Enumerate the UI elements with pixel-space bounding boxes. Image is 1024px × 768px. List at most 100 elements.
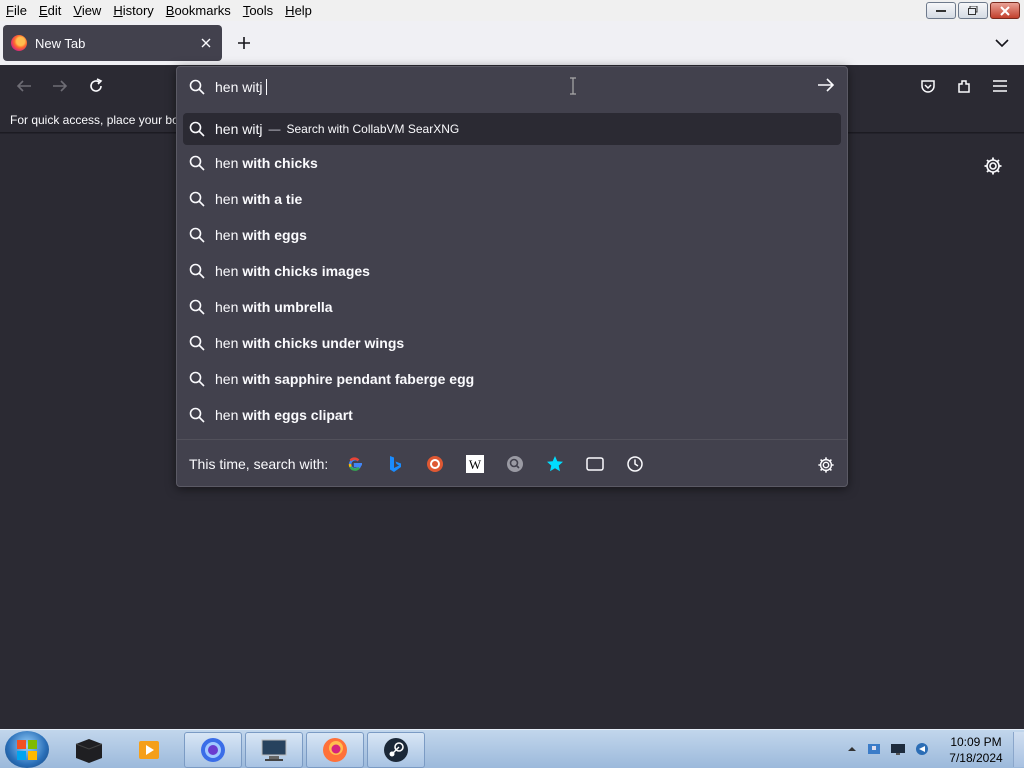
urlbar-results: hen witj — Search with CollabVM SearXNG … <box>183 113 841 433</box>
tab-title: New Tab <box>35 35 86 51</box>
search-icon <box>189 371 205 387</box>
urlbar-input[interactable]: hen witj <box>177 67 847 107</box>
google-icon[interactable] <box>345 454 365 474</box>
menu-bookmarks[interactable]: Bookmarks <box>160 1 237 21</box>
suggestion-prefix: hen <box>215 407 239 423</box>
system-tray: 10:09 PM 7/18/2024 <box>843 730 1024 768</box>
search-icon <box>189 155 205 171</box>
search-icon <box>189 299 205 315</box>
search-icon <box>189 79 205 98</box>
searxng-icon[interactable] <box>505 454 525 474</box>
taskbar-firefox-dev-icon[interactable] <box>184 732 242 768</box>
pocket-icon[interactable] <box>917 75 939 97</box>
suggestion-prefix: hen <box>215 155 239 171</box>
suggestion-prefix: hen <box>215 227 239 243</box>
suggestion-completion: with umbrella <box>242 299 333 315</box>
suggestion-prefix: hen <box>215 263 239 279</box>
forward-button[interactable] <box>49 75 71 97</box>
search-suggestion[interactable]: hen with a tie <box>183 181 841 217</box>
menu-tools[interactable]: Tools <box>237 1 279 21</box>
search-icon <box>189 407 205 423</box>
reload-button[interactable] <box>85 75 107 97</box>
menu-history[interactable]: History <box>107 1 159 21</box>
tray-network-icon[interactable] <box>867 742 881 756</box>
tray-display-icon[interactable] <box>891 742 905 756</box>
menu-help[interactable]: Help <box>279 1 318 21</box>
search-settings-gear-icon[interactable] <box>817 456 835 477</box>
menu-edit[interactable]: Edit <box>33 1 67 21</box>
search-suggestion[interactable]: hen with umbrella <box>183 289 841 325</box>
suggestion-prefix: hen <box>215 371 239 387</box>
close-window-button[interactable] <box>990 2 1020 19</box>
minimize-button[interactable] <box>926 2 956 19</box>
clock-time: 10:09 PM <box>950 735 1002 749</box>
go-arrow-button[interactable] <box>817 77 835 96</box>
menu-view[interactable]: View <box>67 1 107 21</box>
one-off-label: This time, search with: <box>189 456 329 472</box>
bing-icon[interactable] <box>385 454 405 474</box>
show-hidden-icons-icon[interactable] <box>847 742 861 756</box>
tab-new-tab[interactable]: New Tab <box>3 25 222 61</box>
menu-accelerator-key: H <box>113 2 123 18</box>
tabs-icon[interactable] <box>585 454 605 474</box>
search-icon <box>189 263 205 279</box>
result-text: hen witj <box>215 121 263 137</box>
svg-text:W: W <box>469 457 482 472</box>
suggestion-prefix: hen <box>215 191 239 207</box>
back-button[interactable] <box>13 75 35 97</box>
app-menu-icon[interactable] <box>989 75 1011 97</box>
bookmarks-notice: For quick access, place your bo <box>10 113 176 127</box>
taskbar-app-box-icon[interactable] <box>60 732 118 768</box>
suggestion-completion: with sapphire pendant faberge egg <box>242 371 475 387</box>
firefox-icon <box>11 35 27 51</box>
duckduckgo-icon[interactable] <box>425 454 445 474</box>
search-icon <box>189 121 205 137</box>
new-tab-button[interactable] <box>234 33 254 53</box>
menu-file[interactable]: File <box>0 1 33 21</box>
taskbar-clock[interactable]: 10:09 PM 7/18/2024 <box>943 734 1009 766</box>
search-suggestion[interactable]: hen with chicks under wings <box>183 325 841 361</box>
taskbar-computer-icon[interactable] <box>245 732 303 768</box>
list-all-tabs-button[interactable] <box>992 33 1012 53</box>
result-action: Search with CollabVM SearXNG <box>286 122 460 136</box>
text-caret <box>266 79 268 95</box>
suggestion-completion: with a tie <box>242 191 303 207</box>
result-separator: — <box>268 122 281 136</box>
menu-accelerator-key: V <box>73 2 82 18</box>
suggestion-prefix: hen <box>215 335 239 351</box>
taskbar-media-player-icon[interactable] <box>120 732 178 768</box>
suggestion-completion: with chicks under wings <box>242 335 405 351</box>
taskbar-steam-icon[interactable] <box>367 732 425 768</box>
start-button[interactable] <box>5 731 49 768</box>
search-suggestion[interactable]: hen with sapphire pendant faberge egg <box>183 361 841 397</box>
taskbar-firefox-icon[interactable] <box>306 732 364 768</box>
menu-accelerator-key: H <box>285 2 295 18</box>
restore-button[interactable] <box>958 2 988 19</box>
personalize-gear-icon[interactable] <box>983 156 1003 176</box>
close-tab-icon[interactable] <box>198 35 214 51</box>
suggestion-completion: with eggs <box>242 227 307 243</box>
search-icon <box>189 191 205 207</box>
show-desktop-button[interactable] <box>1013 732 1024 767</box>
suggestion-prefix: hen <box>215 299 239 315</box>
search-suggestion[interactable]: hen with chicks <box>183 145 841 181</box>
tray-volume-icon[interactable] <box>915 742 929 756</box>
suggestion-completion: with chicks images <box>242 263 370 279</box>
search-suggestion[interactable]: hen with eggs <box>183 217 841 253</box>
search-suggestion[interactable]: hen with chicks images <box>183 253 841 289</box>
search-suggestion[interactable]: hen with eggs clipart <box>183 397 841 433</box>
extensions-icon[interactable] <box>953 75 975 97</box>
suggestion-completion: with chicks <box>242 155 318 171</box>
menu-bar: File Edit View History Bookmarks Tools H… <box>0 0 1024 21</box>
menu-accelerator-key: E <box>38 2 48 18</box>
search-icon <box>189 335 205 351</box>
menu-accelerator-key: B <box>165 2 175 18</box>
wikipedia-icon[interactable]: W <box>465 454 485 474</box>
result-search-with-engine[interactable]: hen witj — Search with CollabVM SearXNG <box>183 113 841 145</box>
search-icon <box>189 227 205 243</box>
menu-accelerator-key: F <box>6 2 14 18</box>
urlbar-popup: hen witj hen witj — Search with CollabVM… <box>176 66 848 487</box>
one-off-search-bar: This time, search with: W <box>177 439 847 487</box>
bookmarks-star-icon[interactable] <box>545 454 565 474</box>
history-clock-icon[interactable] <box>625 454 645 474</box>
